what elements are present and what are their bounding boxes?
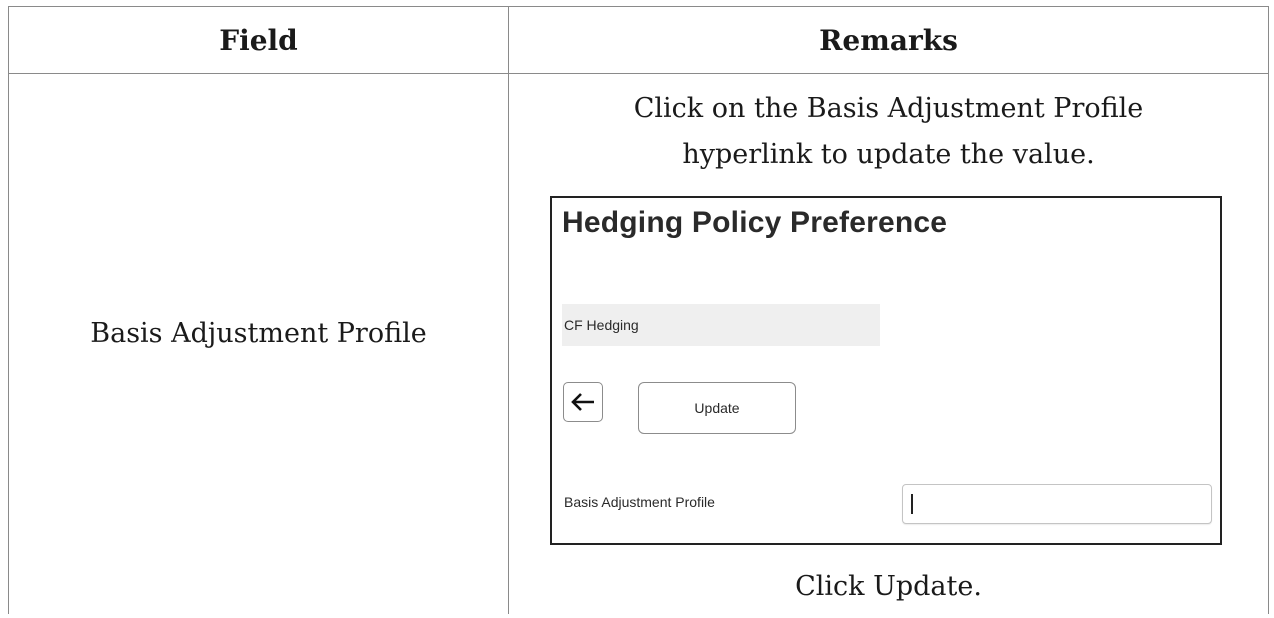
record-name: CF Hedging xyxy=(562,304,880,346)
field-cell: Basis Adjustment Profile xyxy=(8,73,509,614)
arrow-left-icon xyxy=(571,393,594,411)
embedded-screenshot: Hedging Policy Preference CF Hedging Upd… xyxy=(550,196,1222,545)
remark-intro-line2: hyperlink to update the value. xyxy=(682,139,1095,170)
table-header-row: Field Remarks xyxy=(8,6,1269,74)
remark-intro: Click on the Basis Adjustment Profile hy… xyxy=(509,86,1268,178)
screen-title: Hedging Policy Preference xyxy=(562,206,948,239)
basis-adjustment-profile-input[interactable] xyxy=(902,484,1212,524)
update-button[interactable]: Update xyxy=(638,382,796,434)
header-field: Field xyxy=(8,6,509,74)
remark-intro-line1: Click on the Basis Adjustment Profile xyxy=(633,93,1144,124)
field-remarks-table: Field Remarks Basis Adjustment Profile C… xyxy=(8,6,1269,614)
document-page: Field Remarks Basis Adjustment Profile C… xyxy=(0,0,1274,618)
remarks-cell: Click on the Basis Adjustment Profile hy… xyxy=(508,73,1269,614)
basis-adjustment-profile-label: Basis Adjustment Profile xyxy=(564,494,715,510)
back-button[interactable] xyxy=(563,382,603,422)
field-name: Basis Adjustment Profile xyxy=(90,318,427,349)
remark-outro: Click Update. xyxy=(795,571,982,602)
table-row: Basis Adjustment Profile Click on the Ba… xyxy=(8,73,1269,614)
text-caret xyxy=(911,494,913,514)
header-remarks: Remarks xyxy=(508,6,1269,74)
